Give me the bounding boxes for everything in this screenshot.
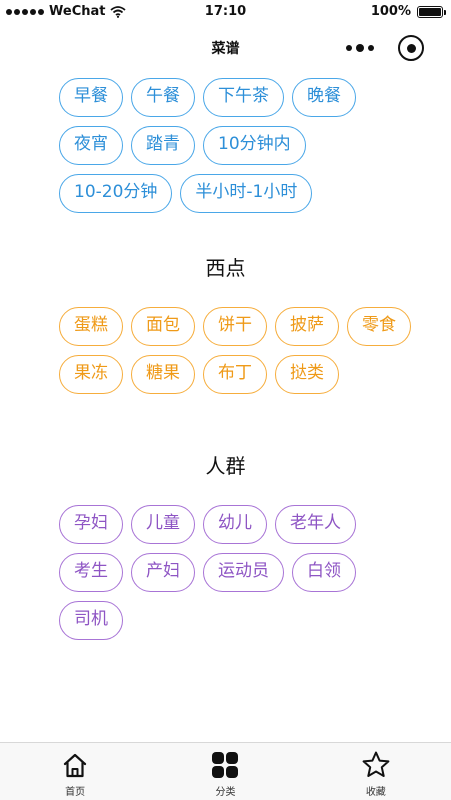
section-title-dessert: 西点 xyxy=(205,256,246,280)
battery-level xyxy=(419,7,441,16)
battery-icon xyxy=(417,5,446,18)
status-battery-group: 100% xyxy=(370,4,446,19)
tag-chip[interactable]: 面包 xyxy=(131,307,195,346)
tag-chip[interactable]: 幼儿 xyxy=(203,505,267,544)
tag-chip[interactable]: 挞类 xyxy=(275,355,339,394)
tab-favorites-label: 收藏 xyxy=(365,787,386,798)
category-icon xyxy=(212,752,239,778)
tag-chip[interactable]: 夜宵 xyxy=(59,126,123,165)
tag-chip[interactable]: 早餐 xyxy=(59,78,123,117)
tag-chip[interactable]: 糖果 xyxy=(131,355,195,394)
tag-chip[interactable]: 司机 xyxy=(59,601,123,640)
tag-chip[interactable]: 白领 xyxy=(292,553,356,592)
tag-chip[interactable]: 果冻 xyxy=(59,355,123,394)
bottom-tab-bar: 首页 分类 收藏 xyxy=(0,742,451,800)
tag-chip[interactable]: 10分钟内 xyxy=(203,126,306,165)
tag-chip[interactable]: 孕妇 xyxy=(59,505,123,544)
people-tag-list: 孕妇 儿童 幼儿 老年人考生 产妇 运动员 白领司机 xyxy=(0,505,451,649)
tag-chip[interactable]: 考生 xyxy=(59,553,123,592)
tab-home[interactable]: 首页 xyxy=(0,743,150,800)
tag-chip[interactable]: 产妇 xyxy=(131,553,195,592)
tag-chip[interactable]: 零食 xyxy=(347,307,411,346)
close-miniprogram-button[interactable] xyxy=(398,35,424,61)
tag-chip[interactable]: 晚餐 xyxy=(292,78,356,117)
page-title: 菜谱 xyxy=(211,41,240,57)
status-bar: WeChat 17:10 100% xyxy=(0,0,451,24)
meal-tag-list: 早餐 午餐 下午茶 晚餐夜宵 踏青 10分钟内 10-20分钟 半小时-1小时 xyxy=(0,72,451,222)
tab-home-label: 首页 xyxy=(65,787,86,798)
category-content: 早餐 午餐 下午茶 晚餐夜宵 踏青 10分钟内 10-20分钟 半小时-1小时 西点 蛋糕 面包… xyxy=(0,72,451,742)
tag-chip[interactable]: 踏青 xyxy=(131,126,195,165)
tag-chip[interactable]: 半小时-1小时 xyxy=(180,174,313,213)
tag-chip[interactable]: 儿童 xyxy=(131,505,195,544)
tag-chip[interactable]: 饼干 xyxy=(203,307,267,346)
more-options-button[interactable] xyxy=(340,36,380,60)
battery-percent: 100% xyxy=(370,4,411,19)
tag-chip[interactable]: 老年人 xyxy=(275,505,356,544)
tag-chip[interactable]: 运动员 xyxy=(203,553,284,592)
tab-category-label: 分类 xyxy=(215,787,236,798)
navigation-bar: 菜谱 xyxy=(0,24,451,72)
dessert-tag-list: 蛋糕 面包 饼干 披萨 零食果冻 糖果 布丁 挞类 xyxy=(0,307,451,403)
tag-chip[interactable]: 午餐 xyxy=(131,78,195,117)
record-icon xyxy=(406,43,416,53)
tag-chip[interactable]: 蛋糕 xyxy=(59,307,123,346)
section-title-people: 人群 xyxy=(205,454,246,478)
tag-chip[interactable]: 10-20分钟 xyxy=(59,174,173,213)
tag-chip[interactable]: 下午茶 xyxy=(203,78,284,117)
tab-category[interactable]: 分类 xyxy=(150,743,300,800)
star-icon xyxy=(362,751,390,777)
tag-chip[interactable]: 披萨 xyxy=(275,307,339,346)
tab-favorites[interactable]: 收藏 xyxy=(301,743,451,800)
tag-chip[interactable]: 布丁 xyxy=(203,355,267,394)
home-icon xyxy=(64,753,87,778)
